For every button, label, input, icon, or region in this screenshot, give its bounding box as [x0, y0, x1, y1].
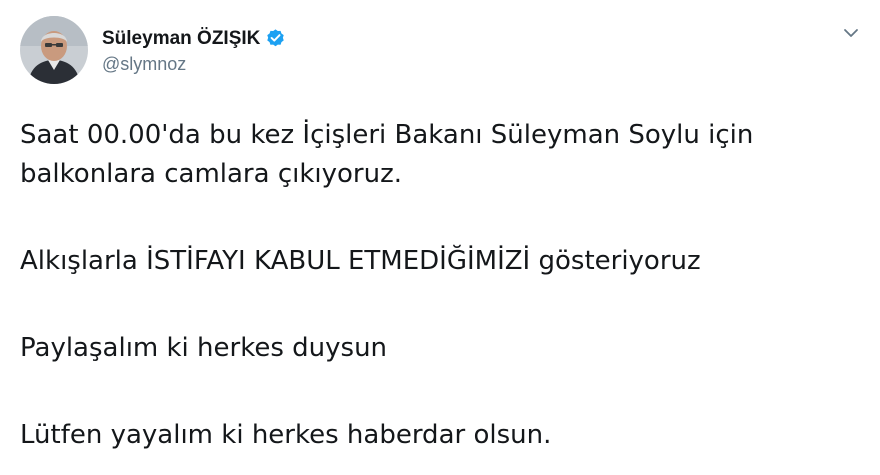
chevron-down-icon[interactable] — [840, 22, 862, 44]
verified-badge-icon — [265, 28, 286, 49]
tweet-text: Saat 00.00'da bu kez İçişleri Bakanı Sül… — [20, 116, 870, 455]
name-row: Süleyman ÖZIŞIK — [102, 26, 286, 52]
tweet-card: Süleyman ÖZIŞIK @slymnoz Saat 00.00'da b… — [0, 0, 880, 475]
user-handle[interactable]: @slymnoz — [102, 54, 286, 75]
tweet-header: Süleyman ÖZIŞIK @slymnoz — [20, 14, 286, 86]
tweet-paragraph: Paylaşalım ki herkes duysun — [20, 333, 388, 363]
tweet-paragraph: Saat 00.00'da bu kez İçişleri Bakanı Sül… — [20, 120, 754, 189]
display-name[interactable]: Süleyman ÖZIŞIK — [102, 28, 260, 50]
tweet-paragraph: Lütfen yayalım ki herkes haberdar olsun. — [20, 420, 552, 450]
tweet-paragraph: Alkışlarla İSTİFAYI KABUL ETMEDİĞİMİZİ g… — [20, 246, 701, 276]
user-identity: Süleyman ÖZIŞIK @slymnoz — [102, 26, 286, 75]
avatar[interactable] — [20, 16, 88, 84]
avatar-photo — [20, 16, 88, 84]
